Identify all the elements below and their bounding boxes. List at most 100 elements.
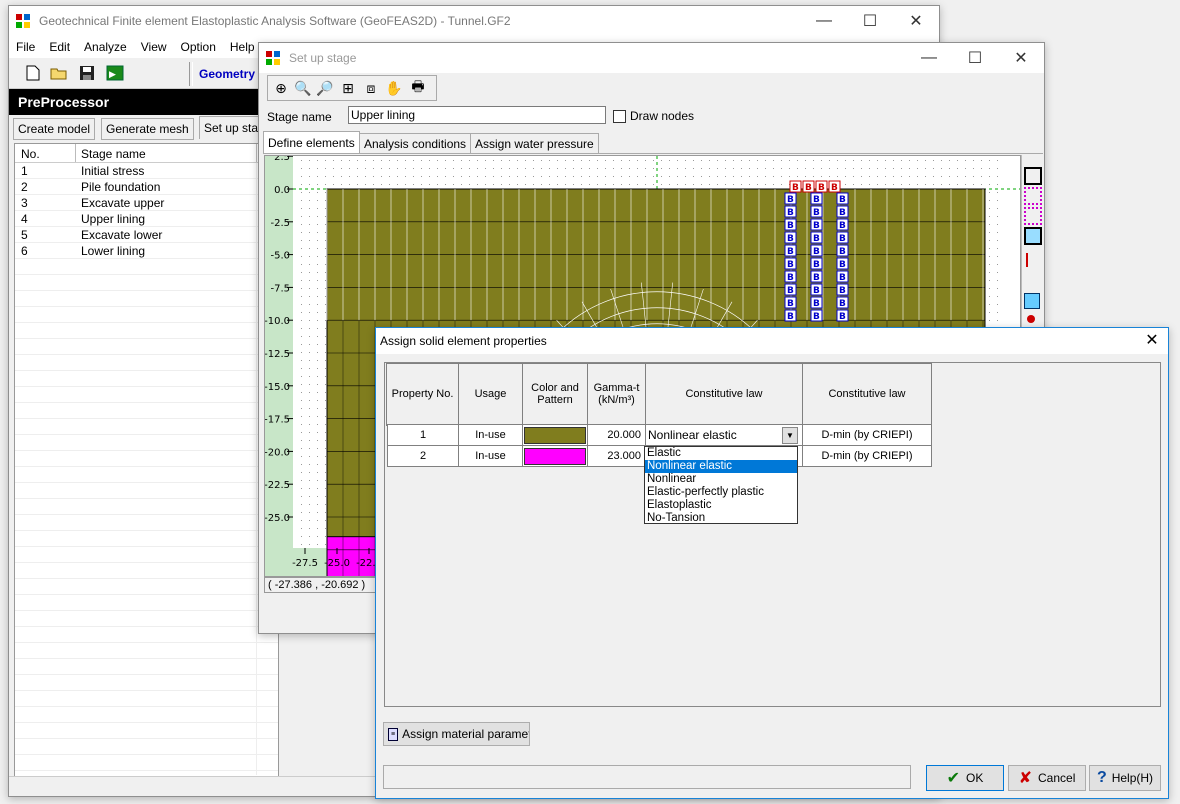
gamma-cell[interactable]: 23.000 xyxy=(588,446,646,467)
chevron-down-icon[interactable]: ▼ xyxy=(782,427,798,444)
pile-beam-label: B xyxy=(787,299,794,309)
exit-icon[interactable]: ▶ xyxy=(105,63,125,83)
menu-view[interactable]: View xyxy=(134,40,174,54)
usage-cell[interactable]: In-use xyxy=(459,446,523,467)
color-cell[interactable] xyxy=(523,446,588,467)
draw-nodes-checkbox[interactable] xyxy=(613,110,626,123)
pile-head-label: B xyxy=(818,183,825,193)
header-property-no: Property No. xyxy=(387,364,459,425)
constitutive-law-2-cell[interactable]: D-min (by CRIEPI) xyxy=(803,425,932,446)
dropdown-option[interactable]: Nonlinear elastic xyxy=(645,460,797,473)
solid-element-tool-icon[interactable] xyxy=(1024,167,1042,185)
menu-file[interactable]: File xyxy=(9,40,42,54)
dropdown-option[interactable]: Elastic-perfectly plastic xyxy=(645,486,797,499)
zoom-window-icon[interactable]: ⊕ xyxy=(271,78,291,98)
pile-beam-label: B xyxy=(839,221,846,231)
pile-beam-label: B xyxy=(813,273,820,283)
main-title: Geotechnical Finite element Elastoplasti… xyxy=(39,14,511,28)
header-no[interactable]: No. xyxy=(21,147,40,161)
stage-tabs: Define elements Analysis conditions Assi… xyxy=(263,131,1043,154)
stage-maximize-button[interactable]: ☐ xyxy=(952,43,998,73)
minimize-button[interactable]: — xyxy=(801,6,847,36)
stage-list[interactable]: No. Stage name 1 Initial stress 2 Pile foun… xyxy=(14,143,279,777)
menu-option[interactable]: Option xyxy=(174,40,223,54)
dialog-titlebar: Assign solid element properties ✕ xyxy=(376,328,1168,354)
support-tool-icon[interactable] xyxy=(1024,293,1040,309)
spring-tool-icon[interactable] xyxy=(1026,253,1038,267)
pin-tool-icon[interactable] xyxy=(1027,315,1035,323)
maximize-button[interactable]: ☐ xyxy=(847,6,893,36)
stage-close-button[interactable]: ✕ xyxy=(998,43,1044,73)
dropdown-option[interactable]: No-Tansion xyxy=(645,512,797,525)
menu-help[interactable]: Help xyxy=(223,40,262,54)
help-icon: ? xyxy=(1096,769,1107,786)
zoom-fit-icon[interactable]: ⊞ xyxy=(338,78,358,98)
pile-beam-label: B xyxy=(839,208,846,218)
dropdown-option[interactable]: Elastic xyxy=(645,447,797,460)
pile-beam-label: B xyxy=(813,260,820,270)
property-no-cell[interactable]: 1 xyxy=(387,425,459,446)
assign-properties-dialog: Assign solid element properties ✕ Proper… xyxy=(375,327,1169,799)
usage-cell[interactable]: In-use xyxy=(459,425,523,446)
y-tick-label: -2.5 xyxy=(270,218,290,229)
header-usage: Usage xyxy=(459,364,523,425)
stage-minimize-button[interactable]: — xyxy=(906,43,952,73)
cancel-button[interactable]: ✘ Cancel xyxy=(1008,765,1086,791)
tab-create-model[interactable]: Create model xyxy=(13,118,96,140)
stage-name-input[interactable] xyxy=(348,106,606,124)
save-icon[interactable] xyxy=(77,63,97,83)
zoom-extent-icon[interactable]: ⧈ xyxy=(361,78,381,98)
print-icon[interactable]: 🖶 xyxy=(408,78,428,98)
color-swatch xyxy=(524,426,586,444)
pan-hand-icon[interactable]: ✋ xyxy=(384,78,404,98)
constitutive-law-2-cell[interactable]: D-min (by CRIEPI) xyxy=(803,446,932,467)
y-tick-label: -12.5 xyxy=(265,349,290,360)
y-tick-label: -22.5 xyxy=(265,480,290,491)
beam-element-tool-icon[interactable] xyxy=(1024,187,1042,205)
dialog-status-box xyxy=(383,765,911,789)
zoom-out-icon[interactable]: 🔎 xyxy=(315,78,335,98)
pile-beam-label: B xyxy=(813,195,820,205)
pile-beam-label: B xyxy=(813,221,820,231)
dropdown-option[interactable]: Nonlinear xyxy=(645,473,797,486)
dialog-title: Assign solid element properties xyxy=(380,334,547,348)
menu-analyze[interactable]: Analyze xyxy=(77,40,134,54)
tab-assign-water-pressure[interactable]: Assign water pressure xyxy=(470,133,599,153)
ok-button[interactable]: ✔ OK xyxy=(926,765,1004,791)
color-cell[interactable] xyxy=(523,425,588,446)
joint-element-tool-icon[interactable] xyxy=(1024,227,1042,245)
dropdown-option[interactable]: Elastoplastic xyxy=(645,499,797,512)
pile-head-label: B xyxy=(831,183,838,193)
gamma-cell[interactable]: 20.000 xyxy=(588,425,646,446)
tab-analysis-conditions[interactable]: Analysis conditions xyxy=(359,133,472,153)
header-constitutive-law-1: Constitutive law xyxy=(646,364,803,425)
x-tick-label: -25.0 xyxy=(324,558,350,569)
open-folder-icon[interactable] xyxy=(49,63,69,83)
geometry-tab-label[interactable]: Geometry t xyxy=(199,67,262,81)
tab-generate-mesh[interactable]: Generate mesh xyxy=(101,118,194,140)
app-icon xyxy=(16,14,30,28)
pile-beam-label: B xyxy=(787,195,794,205)
truss-element-tool-icon[interactable] xyxy=(1024,207,1042,225)
stage-list-grid xyxy=(15,163,278,775)
svg-text:▶: ▶ xyxy=(109,70,116,80)
help-button[interactable]: ? Help(H) xyxy=(1089,765,1161,791)
dialog-close-button[interactable]: ✕ xyxy=(1140,330,1164,352)
pile-beam-label: B xyxy=(813,299,820,309)
tab-setup-stage[interactable]: Set up sta xyxy=(199,116,264,139)
property-no-cell[interactable]: 2 xyxy=(387,446,459,467)
header-stage-name[interactable]: Stage name xyxy=(81,147,146,161)
constitutive-law-select[interactable]: Nonlinear elastic ▼ xyxy=(646,425,803,446)
close-button[interactable]: ✕ xyxy=(893,6,939,36)
y-tick-label: 2.5 xyxy=(274,156,290,163)
assign-material-parameter-button[interactable]: ≡ Assign material parameter xyxy=(383,722,530,746)
header-color-pattern: Color and Pattern xyxy=(523,364,588,425)
zoom-in-icon[interactable]: 🔍 xyxy=(293,78,313,98)
stage-titlebar: Set up stage — ☐ ✕ xyxy=(259,43,1044,73)
constitutive-law-dropdown-list[interactable]: Elastic Nonlinear elastic Nonlinear Elastic… xyxy=(644,446,798,524)
tab-define-elements[interactable]: Define elements xyxy=(263,131,360,153)
pile-beam-label: B xyxy=(787,273,794,283)
menu-edit[interactable]: Edit xyxy=(42,40,77,54)
stage-toolbar: ⊕ 🔍 🔎 ⊞ ⧈ ✋ 🖶 xyxy=(267,75,437,101)
new-file-icon[interactable] xyxy=(23,63,43,83)
